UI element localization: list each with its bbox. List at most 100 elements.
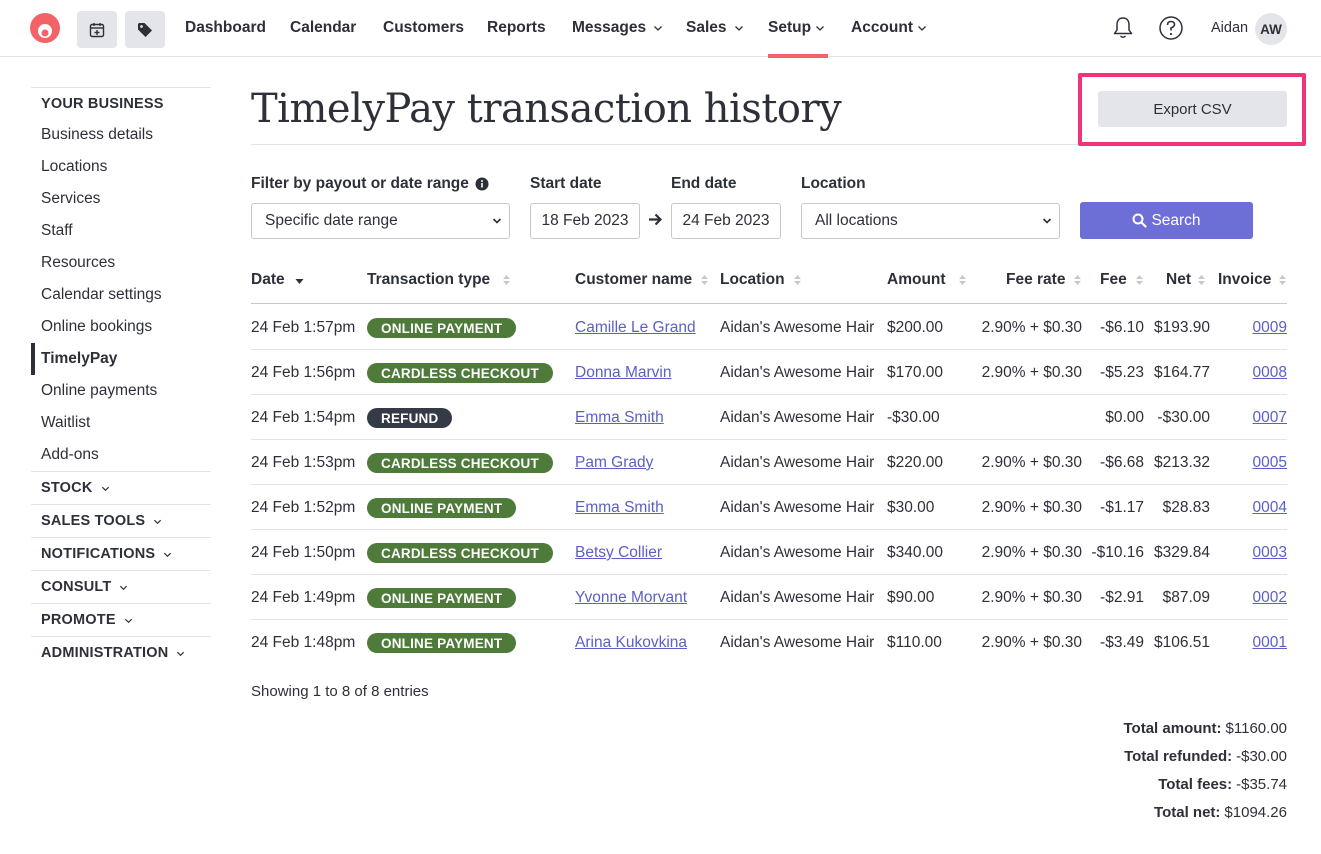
column-header-label: Invoice	[1218, 271, 1272, 288]
sort-icon	[1279, 275, 1287, 285]
cell-amount: $340.00	[887, 544, 944, 561]
total-refunded: Total refunded: -$30.00	[1124, 742, 1287, 770]
total-label: Total net:	[1154, 803, 1221, 821]
settings-sidebar: YOUR BUSINESS Business details Locations…	[31, 87, 211, 669]
nav-setup[interactable]: Setup	[768, 19, 825, 37]
invoice-link[interactable]: 0001	[1227, 634, 1287, 652]
sidebar-item-calendar-settings[interactable]: Calendar settings	[31, 279, 211, 311]
column-header-label: Transaction type	[367, 271, 491, 288]
invoice-link[interactable]: 0008	[1227, 364, 1287, 382]
end-date-input[interactable]: 24 Feb 2023	[671, 203, 781, 239]
nav-calendar[interactable]: Calendar	[290, 19, 356, 37]
cell-date: 24 Feb 1:48pm	[251, 634, 356, 651]
column-header-fee-rate[interactable]: Fee rate	[1006, 271, 1082, 289]
transaction-type-badge: REFUND	[367, 408, 453, 428]
customer-link[interactable]: Yvonne Morvant	[575, 589, 687, 607]
start-date-input[interactable]: 18 Feb 2023	[530, 203, 640, 239]
total-value: -$35.74	[1236, 775, 1287, 793]
sort-icon	[503, 275, 511, 285]
tag-icon	[138, 22, 152, 37]
filter-range-label: Filter by payout or date range	[251, 175, 489, 193]
sidebar-group-label: ADMINISTRATION	[41, 645, 169, 661]
bell-icon[interactable]	[1109, 14, 1137, 42]
new-sale-button[interactable]	[125, 11, 165, 48]
start-date-label: Start date	[530, 175, 602, 192]
sidebar-group-sales-tools[interactable]: SALES TOOLS	[31, 504, 211, 537]
sidebar-item-locations[interactable]: Locations	[31, 151, 211, 183]
sidebar-group-label: PROMOTE	[41, 612, 116, 628]
column-header-transaction-type[interactable]: Transaction type	[367, 271, 511, 289]
avatar[interactable]: AW	[1255, 13, 1287, 45]
column-header-invoice[interactable]: Invoice	[1218, 271, 1287, 289]
transaction-type-badge: ONLINE PAYMENT	[367, 498, 517, 518]
column-header-date[interactable]: Date	[251, 271, 304, 289]
nav-customers[interactable]: Customers	[383, 19, 464, 37]
total-value: -$30.00	[1236, 747, 1287, 765]
timely-logo-icon[interactable]	[29, 12, 61, 44]
column-header-location[interactable]: Location	[720, 271, 802, 289]
search-button[interactable]: Search	[1080, 202, 1253, 239]
chevron-down-icon	[154, 519, 162, 524]
nav-customers-label: Customers	[383, 19, 464, 36]
column-header-amount[interactable]: Amount	[887, 271, 967, 289]
sidebar-item-timelypay[interactable]: TimelyPay	[31, 343, 211, 375]
new-appointment-button[interactable]	[77, 11, 117, 48]
sidebar-item-online-payments[interactable]: Online payments	[31, 375, 211, 407]
sidebar-group-stock[interactable]: STOCK	[31, 471, 211, 504]
help-icon[interactable]	[1157, 14, 1185, 42]
sidebar-item-online-bookings[interactable]: Online bookings	[31, 311, 211, 343]
customer-link[interactable]: Camille Le Grand	[575, 319, 696, 337]
customer-link[interactable]: Pam Grady	[575, 454, 653, 472]
invoice-link[interactable]: 0003	[1227, 544, 1287, 562]
sidebar-group-promote[interactable]: PROMOTE	[31, 603, 211, 636]
range-type-select[interactable]: Specific date range	[251, 203, 510, 239]
customer-link[interactable]: Emma Smith	[575, 409, 664, 427]
cell-amount: $200.00	[887, 319, 944, 336]
sidebar-item-services[interactable]: Services	[31, 183, 211, 215]
cell-location: Aidan's Awesome Hair	[720, 409, 875, 426]
cell-amount: $90.00	[887, 589, 935, 606]
sidebar-item-resources[interactable]: Resources	[31, 247, 211, 279]
nav-account[interactable]: Account	[851, 19, 927, 37]
cell-location: Aidan's Awesome Hair	[720, 499, 875, 516]
column-header-fee[interactable]: Fee	[1100, 271, 1144, 289]
invoice-link[interactable]: 0004	[1227, 499, 1287, 517]
customer-link[interactable]: Donna Marvin	[575, 364, 672, 382]
nav-sales[interactable]: Sales	[686, 19, 744, 37]
invoice-link[interactable]: 0002	[1227, 589, 1287, 607]
cell-fee: -$1.17	[1100, 499, 1144, 516]
customer-link[interactable]: Arina Kukovkina	[575, 634, 687, 652]
sidebar-group-notifications[interactable]: NOTIFICATIONS	[31, 537, 211, 570]
customer-link[interactable]: Betsy Collier	[575, 544, 662, 562]
column-header-net[interactable]: Net	[1166, 271, 1206, 289]
search-icon	[1132, 213, 1148, 228]
column-header-label: Location	[720, 271, 785, 288]
sidebar-group-consult[interactable]: CONSULT	[31, 570, 211, 603]
invoice-link[interactable]: 0007	[1227, 409, 1287, 427]
export-csv-button[interactable]: Export CSV	[1098, 91, 1287, 127]
nav-dashboard[interactable]: Dashboard	[185, 19, 266, 37]
column-header-customer-name[interactable]: Customer name	[575, 271, 709, 289]
sidebar-group-label: NOTIFICATIONS	[41, 546, 156, 562]
nav-reports[interactable]: Reports	[487, 19, 546, 37]
user-name[interactable]: Aidan	[1211, 20, 1248, 36]
chevron-down-icon	[654, 26, 663, 31]
info-icon[interactable]	[475, 177, 489, 191]
customer-link[interactable]: Emma Smith	[575, 499, 664, 517]
invoice-link[interactable]: 0009	[1227, 319, 1287, 337]
location-select[interactable]: All locations	[801, 203, 1060, 239]
chevron-down-icon	[177, 651, 185, 656]
sidebar-group-administration[interactable]: ADMINISTRATION	[31, 636, 211, 669]
cell-net: $193.90	[1153, 319, 1210, 336]
column-header-label: Customer name	[575, 271, 693, 288]
nav-messages[interactable]: Messages	[572, 19, 663, 37]
table-row: 24 Feb 1:48pm ONLINE PAYMENT Arina Kukov…	[251, 620, 1287, 665]
sidebar-item-staff[interactable]: Staff	[31, 215, 211, 247]
invoice-link[interactable]: 0005	[1227, 454, 1287, 472]
sort-icon	[1135, 275, 1143, 285]
cell-fee-rate: 2.90% + $0.30	[981, 364, 1082, 381]
sidebar-item-business-details[interactable]: Business details	[31, 119, 211, 151]
sidebar-item-add-ons[interactable]: Add-ons	[31, 439, 211, 471]
cell-fee: -$5.23	[1100, 364, 1144, 381]
sidebar-item-waitlist[interactable]: Waitlist	[31, 407, 211, 439]
